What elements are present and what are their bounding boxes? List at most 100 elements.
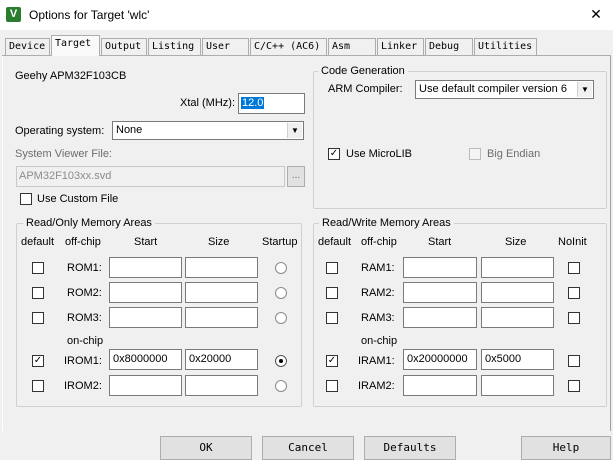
tab-device[interactable]: Device bbox=[5, 38, 50, 55]
tab-utilities[interactable]: Utilities bbox=[474, 38, 537, 55]
close-button[interactable]: ✕ bbox=[583, 3, 609, 25]
ram2-noinit-checkbox[interactable] bbox=[568, 287, 580, 299]
ram2-label: RAM2: bbox=[361, 287, 395, 299]
arm-compiler-value: Use default compiler version 6 bbox=[419, 83, 567, 95]
rom-startup-header: Startup bbox=[262, 236, 298, 248]
arm-compiler-select[interactable]: Use default compiler version 6 ▼ bbox=[415, 80, 594, 99]
ram1-start-input[interactable] bbox=[403, 257, 477, 278]
rom-start-header: Start bbox=[134, 236, 158, 248]
iram1-default-checkbox[interactable]: ✓ bbox=[326, 355, 338, 367]
check-icon: ✓ bbox=[329, 148, 339, 159]
tab-label: Debug bbox=[429, 41, 460, 52]
xtal-input[interactable]: 12.0 bbox=[238, 93, 305, 114]
use-custom-file-label: Use Custom File bbox=[37, 193, 119, 205]
svd-file-input[interactable]: APM32F103xx.svd bbox=[16, 166, 285, 187]
rom2-startup-radio[interactable] bbox=[275, 287, 287, 299]
tab-label: Linker bbox=[381, 41, 418, 52]
rom1-label: ROM1: bbox=[67, 262, 102, 274]
tab-debug[interactable]: Debug bbox=[425, 38, 473, 55]
chevron-down-icon: ▼ bbox=[287, 123, 302, 138]
rom1-default-checkbox[interactable] bbox=[32, 262, 44, 274]
rom3-default-checkbox[interactable] bbox=[32, 312, 44, 324]
iram1-noinit-checkbox[interactable] bbox=[568, 355, 580, 367]
rom3-size-input[interactable] bbox=[185, 307, 258, 328]
tab-listing[interactable]: Listing bbox=[148, 38, 201, 55]
tab-c-cpp-ac6[interactable]: C/C++ (AC6) bbox=[250, 38, 327, 55]
rom-size-header: Size bbox=[208, 236, 230, 248]
tab-output[interactable]: Output bbox=[101, 38, 147, 55]
rom2-label: ROM2: bbox=[67, 287, 102, 299]
ram-size-header: Size bbox=[505, 236, 527, 248]
ram2-start-input[interactable] bbox=[403, 282, 477, 303]
check-icon: ✓ bbox=[327, 355, 337, 366]
ram-default-header: default bbox=[318, 236, 352, 248]
irom1-startup-radio[interactable] bbox=[275, 355, 287, 367]
ram1-noinit-checkbox[interactable] bbox=[568, 262, 580, 274]
big-endian-checkbox[interactable] bbox=[469, 148, 481, 160]
iram1-size-input[interactable]: 0x5000 bbox=[481, 349, 554, 370]
iram1-start-input[interactable]: 0x20000000 bbox=[403, 349, 477, 370]
ram1-size-input[interactable] bbox=[481, 257, 554, 278]
tab-label: Asm bbox=[332, 41, 351, 52]
iram2-noinit-checkbox[interactable] bbox=[568, 380, 580, 392]
rom3-start-input[interactable] bbox=[109, 307, 182, 328]
iram2-label: IRAM2: bbox=[358, 380, 395, 392]
tab-label: Listing bbox=[152, 41, 195, 52]
help-button[interactable]: Help bbox=[521, 436, 611, 460]
irom1-size-input[interactable]: 0x20000 bbox=[185, 349, 258, 370]
tab-linker[interactable]: Linker bbox=[377, 38, 424, 55]
ram3-noinit-checkbox[interactable] bbox=[568, 312, 580, 324]
ram3-start-input[interactable] bbox=[403, 307, 477, 328]
ram2-size-input[interactable] bbox=[481, 282, 554, 303]
rom2-size-input[interactable] bbox=[185, 282, 258, 303]
iram1-label: IRAM1: bbox=[358, 355, 395, 367]
tab-asm[interactable]: Asm bbox=[328, 38, 376, 55]
irom2-start-input[interactable] bbox=[109, 375, 182, 396]
tab-label: C/C++ (AC6) bbox=[254, 41, 321, 52]
svd-label: System Viewer File: bbox=[15, 148, 112, 160]
rom2-start-input[interactable] bbox=[109, 282, 182, 303]
ram2-default-checkbox[interactable] bbox=[326, 287, 338, 299]
use-microlib-checkbox[interactable]: ✓ bbox=[328, 148, 340, 160]
rom-areas-title: Read/Only Memory Areas bbox=[23, 217, 155, 229]
rom-default-header: default bbox=[21, 236, 55, 248]
rom3-startup-radio[interactable] bbox=[275, 312, 287, 324]
rom1-startup-radio[interactable] bbox=[275, 262, 287, 274]
irom2-size-input[interactable] bbox=[185, 375, 258, 396]
os-select[interactable]: None ▼ bbox=[112, 121, 304, 140]
ram-areas-title: Read/Write Memory Areas bbox=[319, 217, 454, 229]
code-generation-title: Code Generation bbox=[318, 65, 408, 77]
rom1-size-input[interactable] bbox=[185, 257, 258, 278]
ram3-size-input[interactable] bbox=[481, 307, 554, 328]
chevron-down-icon: ▼ bbox=[577, 82, 592, 97]
svd-browse-button[interactable]: ... bbox=[287, 166, 305, 187]
rom3-label: ROM3: bbox=[67, 312, 102, 324]
ram1-default-checkbox[interactable] bbox=[326, 262, 338, 274]
irom1-default-checkbox[interactable]: ✓ bbox=[32, 355, 44, 367]
iram2-start-input[interactable] bbox=[403, 375, 477, 396]
tab-target[interactable]: Target bbox=[51, 35, 100, 56]
big-endian-label: Big Endian bbox=[487, 148, 541, 160]
keil-uvision-icon: V bbox=[6, 7, 21, 22]
ram-onchip-label: on-chip bbox=[361, 335, 398, 347]
os-label: Operating system: bbox=[15, 125, 105, 137]
ram1-label: RAM1: bbox=[361, 262, 395, 274]
ram-offchip-header: off-chip bbox=[361, 236, 397, 248]
ram3-default-checkbox[interactable] bbox=[326, 312, 338, 324]
ram-noinit-header: NoInit bbox=[558, 236, 587, 248]
irom1-label: IROM1: bbox=[64, 355, 102, 367]
tab-label: Utilities bbox=[478, 41, 533, 52]
rom2-default-checkbox[interactable] bbox=[32, 287, 44, 299]
irom2-startup-radio[interactable] bbox=[275, 380, 287, 392]
cancel-button[interactable]: Cancel bbox=[262, 436, 354, 460]
tab-user[interactable]: User bbox=[202, 38, 249, 55]
ok-button[interactable]: OK bbox=[160, 436, 252, 460]
iram2-size-input[interactable] bbox=[481, 375, 554, 396]
use-custom-file-checkbox[interactable] bbox=[20, 193, 32, 205]
defaults-button[interactable]: Defaults bbox=[364, 436, 456, 460]
ram-start-header: Start bbox=[428, 236, 452, 248]
iram2-default-checkbox[interactable] bbox=[326, 380, 338, 392]
irom1-start-input[interactable]: 0x8000000 bbox=[109, 349, 182, 370]
rom1-start-input[interactable] bbox=[109, 257, 182, 278]
irom2-default-checkbox[interactable] bbox=[32, 380, 44, 392]
